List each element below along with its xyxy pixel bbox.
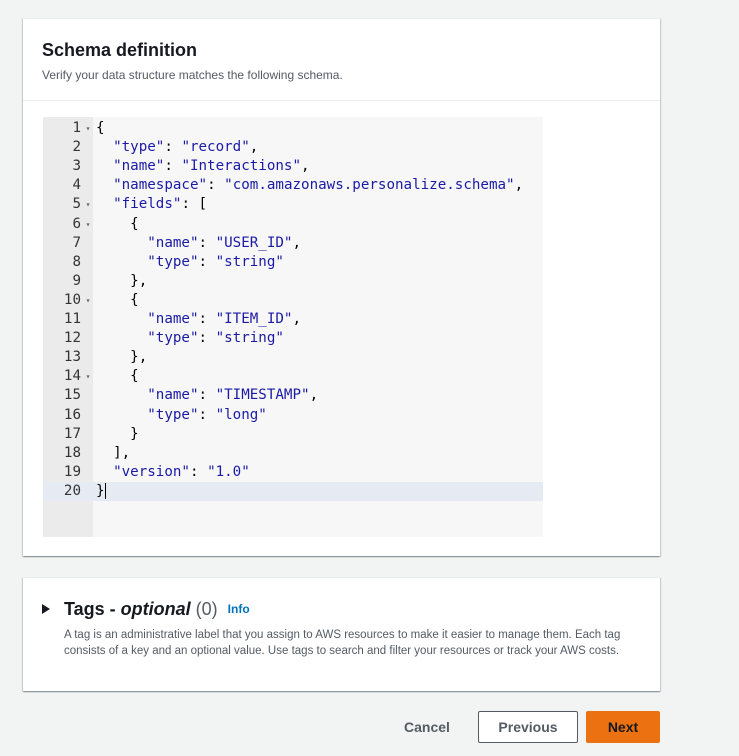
line-number: 17 xyxy=(63,425,81,442)
line-number: 15 xyxy=(63,387,81,404)
schema-code-editor[interactable]: 1 ▾{2 "type": "record", 3 "name": "Interac… xyxy=(43,117,543,537)
tags-description: A tag is an administrative label that yo… xyxy=(64,629,621,657)
fold-arrow-icon[interactable]: ▾ xyxy=(83,291,93,310)
cancel-button[interactable]: Cancel xyxy=(393,711,461,743)
line-number: 1 xyxy=(72,120,81,136)
code-line[interactable]: 11 "name": "ITEM_ID", xyxy=(43,310,543,329)
fold-arrow-icon[interactable]: ▾ xyxy=(83,119,93,138)
code-line[interactable]: 2 "type": "record", xyxy=(43,138,543,157)
line-code: { xyxy=(96,291,139,308)
tags-expander[interactable]: Tags - optional (0) Info xyxy=(42,598,641,620)
tags-count: (0) xyxy=(195,599,218,619)
code-line[interactable]: 13 }, xyxy=(43,348,543,367)
fold-arrow-icon[interactable]: ▾ xyxy=(83,195,93,214)
code-line[interactable]: 16 "type": "long" xyxy=(43,406,543,425)
schema-header: Schema definition Verify your data struc… xyxy=(23,19,660,101)
line-code: "name": "ITEM_ID", xyxy=(147,311,302,327)
caret-right-icon[interactable] xyxy=(42,604,50,614)
info-link[interactable]: Info xyxy=(228,598,250,620)
line-number: 18 xyxy=(63,444,81,461)
line-number: 6 xyxy=(72,215,81,232)
line-code: "version": "1.0" xyxy=(113,463,250,480)
code-line[interactable]: 14 ▾ { xyxy=(43,367,543,386)
line-code: "type": "long" xyxy=(147,406,267,423)
line-code: "type": "string" xyxy=(147,253,284,270)
tags-title: Tags - xyxy=(64,599,116,619)
previous-button[interactable]: Previous xyxy=(478,711,578,743)
line-number: 4 xyxy=(72,177,81,194)
line-number: 5 xyxy=(72,196,81,213)
line-number: 2 xyxy=(72,139,81,156)
line-code: { xyxy=(96,215,139,232)
code-line[interactable]: 19 "version": "1.0" xyxy=(43,463,543,482)
code-line[interactable]: 6 ▾ { xyxy=(43,215,543,234)
code-line[interactable]: 4 "namespace": "com.amazonaws.personaliz… xyxy=(43,176,543,195)
line-number: 10 xyxy=(63,291,81,308)
code-line[interactable]: 18 ], xyxy=(43,444,543,463)
line-number: 16 xyxy=(63,406,81,423)
code-line[interactable]: 7 "name": "USER_ID", xyxy=(43,234,543,253)
schema-title: Schema definition xyxy=(42,40,198,60)
next-button[interactable]: Next xyxy=(586,711,660,743)
line-code: "type": "record", xyxy=(113,139,259,156)
line-number: 8 xyxy=(72,253,81,270)
tags-panel: Tags - optional (0) Info A tag is an adm… xyxy=(23,577,660,691)
code-line[interactable]: 17 } xyxy=(43,425,543,444)
code-line[interactable]: 20} xyxy=(43,481,543,501)
line-code: "name": "Interactions", xyxy=(113,158,310,175)
code-line[interactable]: 10 ▾ { xyxy=(43,291,543,310)
schema-description: Verify your data structure matches the f… xyxy=(42,68,343,82)
text-cursor xyxy=(104,482,106,499)
line-code: "namespace": "com.amazonaws.personalize.… xyxy=(113,177,524,194)
line-code: } xyxy=(96,482,106,499)
line-number: 13 xyxy=(63,349,81,366)
schema-definition-panel: Schema definition Verify your data struc… xyxy=(23,18,660,556)
code-line[interactable]: 5 ▾ "fields": [ xyxy=(43,195,543,214)
line-code: }, xyxy=(96,349,148,366)
fold-arrow-icon[interactable]: ▾ xyxy=(83,215,93,234)
line-code: "fields": [ xyxy=(113,196,208,213)
line-number: 3 xyxy=(72,158,81,175)
line-number: 14 xyxy=(63,368,81,385)
code-line[interactable]: 1 ▾{ xyxy=(43,119,543,138)
line-code: { xyxy=(96,120,105,136)
line-code: { xyxy=(96,368,139,385)
tags-optional-label: optional xyxy=(120,599,191,619)
code-line[interactable]: 15 "name": "TIMESTAMP", xyxy=(43,386,543,405)
line-code: ], xyxy=(96,444,131,461)
line-number: 12 xyxy=(63,330,81,347)
line-number: 19 xyxy=(63,463,81,480)
code-line[interactable]: 9 }, xyxy=(43,272,543,291)
line-number: 20 xyxy=(63,482,81,499)
code-line[interactable]: 8 "type": "string" xyxy=(43,253,543,272)
line-code: }, xyxy=(96,272,148,289)
line-number: 11 xyxy=(63,311,81,327)
line-code: } xyxy=(96,425,139,442)
fold-arrow-icon[interactable]: ▾ xyxy=(83,367,93,386)
line-code: "name": "TIMESTAMP", xyxy=(147,387,319,404)
line-number: 9 xyxy=(72,272,81,289)
line-code: "type": "string" xyxy=(147,330,284,347)
code-line[interactable]: 3 "name": "Interactions", xyxy=(43,157,543,176)
line-number: 7 xyxy=(72,234,81,251)
line-code: "name": "USER_ID", xyxy=(147,234,302,251)
code-line[interactable]: 12 "type": "string" xyxy=(43,329,543,348)
